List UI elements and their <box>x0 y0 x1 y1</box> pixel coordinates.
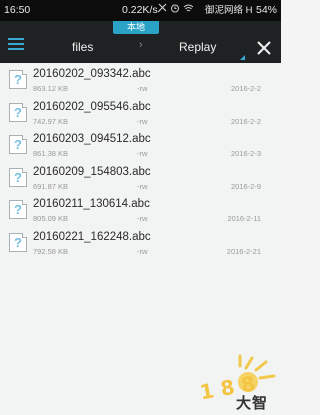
file-size: 863.12 KB <box>33 84 69 93</box>
unknown-file-icon: ? <box>9 135 27 154</box>
file-permissions: -rw <box>137 214 148 223</box>
status-carrier: 御泥网络 H <box>205 5 253 16</box>
unknown-file-icon: ? <box>9 232 27 252</box>
unknown-file-icon: ? <box>9 70 27 89</box>
file-row[interactable]: ? 20160203_094512.abc 861.38 KB -rw 2016… <box>0 128 281 161</box>
file-row[interactable]: ? 20160202_093342.abc 863.12 KB -rw 2016… <box>0 63 281 96</box>
alarm-icon <box>170 0 180 21</box>
status-net-speed: 0.22K/s <box>122 4 158 16</box>
file-permissions: -rw <box>137 84 148 93</box>
app-bar: 本地 files › Replay <box>0 21 281 63</box>
file-row[interactable]: ? 20160209_154803.abc 691.87 KB -rw 2016… <box>0 161 281 194</box>
status-icons <box>157 0 194 21</box>
unknown-file-icon: ? <box>9 200 27 219</box>
menu-icon[interactable] <box>8 38 26 52</box>
tab-replay[interactable]: Replay <box>179 40 216 54</box>
file-date: 2016-2-2 <box>230 84 261 93</box>
status-bar: 16:50 0.22K/s 御泥网络 H 54% <box>0 0 281 21</box>
unknown-file-icon: ? <box>9 102 27 122</box>
file-date: 2016-2-2 <box>230 116 261 126</box>
status-time: 16:50 <box>4 4 31 16</box>
file-permissions: -rw <box>137 149 148 158</box>
file-date: 2016-2-3 <box>230 149 261 158</box>
file-permissions: -rw <box>137 181 148 191</box>
file-list: ? 20160202_093342.abc 863.12 KB -rw 2016… <box>0 63 281 258</box>
file-name: 20160203_094512.abc <box>33 133 151 145</box>
file-size: 691.87 KB <box>33 181 69 191</box>
file-size: 805.09 KB <box>33 214 69 223</box>
file-name: 20160202_095546.abc <box>33 100 151 113</box>
file-row[interactable]: ? 20160211_130614.abc 805.09 KB -rw 2016… <box>0 193 281 226</box>
close-icon[interactable] <box>256 40 272 56</box>
file-date: 2016-2-9 <box>230 181 261 191</box>
unknown-file-icon: ? <box>9 167 27 187</box>
file-permissions: -rw <box>137 246 148 256</box>
screen: 16:50 0.22K/s 御泥网络 H 54% 本地 files › Repl… <box>0 0 281 415</box>
file-row[interactable]: ? 20160221_162248.abc 792.58 KB -rw 2016… <box>0 226 281 259</box>
tab-files[interactable]: files <box>72 40 93 54</box>
storage-location-tab[interactable]: 本地 <box>113 21 159 34</box>
watermark-text: 大智网汇 <box>236 395 269 412</box>
file-size: 742.97 KB <box>33 116 69 126</box>
active-tab-indicator <box>240 55 245 60</box>
file-date: 2016-2-21 <box>226 246 261 256</box>
file-name: 20160211_130614.abc <box>33 198 150 210</box>
file-size: 861.38 KB <box>33 149 69 158</box>
file-row[interactable]: ? 20160202_095546.abc 742.97 KB -rw 2016… <box>0 96 281 129</box>
storage-location-label: 本地 <box>126 22 145 32</box>
wifi-icon <box>183 0 194 21</box>
file-name: 20160209_154803.abc <box>33 165 151 178</box>
status-battery: 54% <box>255 4 277 16</box>
file-name: 20160202_093342.abc <box>33 68 151 80</box>
file-size: 792.58 KB <box>33 246 69 256</box>
file-permissions: -rw <box>137 116 148 126</box>
file-name: 20160221_162248.abc <box>33 230 151 243</box>
path-separator: › <box>139 39 143 51</box>
signal-off-icon <box>157 0 167 21</box>
file-date: 2016-2-11 <box>227 214 261 223</box>
